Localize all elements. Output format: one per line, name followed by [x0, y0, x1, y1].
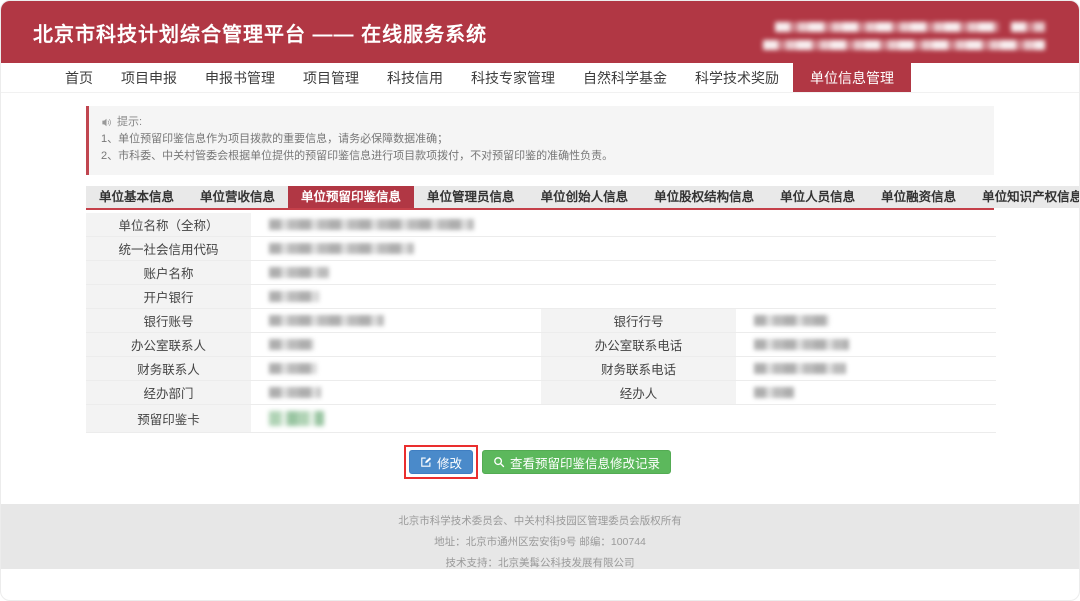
field-label-account-name: 账户名称: [86, 261, 251, 285]
field-value-handler: [736, 381, 996, 405]
tab-unit-financing-info[interactable]: 单位融资信息: [868, 186, 969, 208]
notice-box: 提示: 1、单位预留印鉴信息作为项目拨款的重要信息，请务必保障数据准确； 2、市…: [86, 106, 994, 175]
field-label-finance-phone: 财务联系电话: [541, 357, 736, 381]
field-value-bank-name: [251, 285, 996, 309]
content-area: 提示: 1、单位预留印鉴信息作为项目拨款的重要信息，请务必保障数据准确； 2、市…: [1, 93, 1079, 479]
app-header: 北京市科技计划综合管理平台 —— 在线服务系统: [1, 1, 1079, 63]
nav-item-award[interactable]: 科学技术奖励: [681, 63, 793, 92]
field-value-unit-name: [251, 213, 996, 237]
field-value-finance-contact: [251, 357, 541, 381]
user-info-redacted: [763, 22, 1045, 58]
form-actions: 修改 查看预留印鉴信息修改记录: [86, 445, 994, 479]
tab-unit-personnel-info[interactable]: 单位人员信息: [767, 186, 868, 208]
redacted-value: [269, 219, 474, 230]
unit-info-tabs: 单位基本信息 单位营收信息 单位预留印鉴信息 单位管理员信息 单位创始人信息 单…: [86, 186, 994, 210]
edit-icon: [420, 456, 432, 468]
redacted-value: [269, 267, 329, 278]
field-label-office-contact: 办公室联系人: [86, 333, 251, 357]
field-value-bank-account: [251, 309, 541, 333]
field-label-unit-name: 单位名称（全称）: [86, 213, 251, 237]
field-value-office-phone: [736, 333, 996, 357]
tab-reserved-seal-info[interactable]: 单位预留印鉴信息: [288, 186, 414, 208]
nav-item-unit-info[interactable]: 单位信息管理: [793, 63, 911, 92]
field-label-credit-code: 统一社会信用代码: [86, 237, 251, 261]
edit-button[interactable]: 修改: [409, 450, 473, 474]
redacted-value: [754, 363, 846, 374]
field-value-office-contact: [251, 333, 541, 357]
field-label-bank-account: 银行账号: [86, 309, 251, 333]
redacted-value: [269, 291, 319, 302]
seal-info-form: 单位名称（全称） 统一社会信用代码 账户名称 开户银行 银行账号 银行行号: [86, 213, 994, 433]
view-records-button-label: 查看预留印鉴信息修改记录: [510, 453, 660, 472]
field-value-credit-code: [251, 237, 996, 261]
redacted-value: [269, 387, 321, 398]
field-label-handler: 经办人: [541, 381, 736, 405]
search-icon: [493, 456, 505, 468]
tab-unit-basic-info[interactable]: 单位基本信息: [86, 186, 187, 208]
edit-button-label: 修改: [437, 453, 462, 472]
footer-address: 地址：北京市通州区宏安街9号 邮编：100744: [1, 534, 1079, 549]
main-nav: 首页 项目申报 申报书管理 项目管理 科技信用 科技专家管理 自然科学基金 科学…: [1, 63, 1079, 93]
seal-card-thumbnail-redacted[interactable]: [269, 411, 324, 426]
redacted-value: [269, 363, 317, 374]
redacted-value: [269, 339, 314, 350]
nav-item-project-mgmt[interactable]: 项目管理: [289, 63, 373, 92]
tab-unit-revenue-info[interactable]: 单位营收信息: [187, 186, 288, 208]
page-footer: 北京市科学技术委员会、中关村科技园区管理委员会版权所有 地址：北京市通州区宏安街…: [1, 504, 1079, 569]
tab-unit-ip-info[interactable]: 单位知识产权信息: [969, 186, 1080, 208]
field-value-bank-number: [736, 309, 996, 333]
nav-item-application-mgmt[interactable]: 申报书管理: [191, 63, 289, 92]
redacted-value: [269, 315, 384, 326]
field-label-office-phone: 办公室联系电话: [541, 333, 736, 357]
app-title: 北京市科技计划综合管理平台 —— 在线服务系统: [33, 18, 487, 47]
notice-line: 1、单位预留印鉴信息作为项目拨款的重要信息，请务必保障数据准确；: [101, 131, 982, 148]
field-value-account-name: [251, 261, 996, 285]
redacted-value: [754, 339, 849, 350]
field-label-seal-card: 预留印鉴卡: [86, 405, 251, 433]
notice-line: 2、市科委、中关村管委会根据单位提供的预留印鉴信息进行项目款项拨付，不对预留印鉴…: [101, 148, 982, 165]
redacted-value: [754, 315, 829, 326]
field-label-handling-dept: 经办部门: [86, 381, 251, 405]
nav-item-project-apply[interactable]: 项目申报: [107, 63, 191, 92]
nav-item-credit[interactable]: 科技信用: [373, 63, 457, 92]
page: 北京市科技计划综合管理平台 —— 在线服务系统 首页 项目申报 申报书管理 项目…: [0, 0, 1080, 601]
footer-tech-support: 技术支持：北京美髯公科技发展有限公司: [1, 555, 1079, 570]
view-seal-change-records-button[interactable]: 查看预留印鉴信息修改记录: [482, 450, 671, 474]
field-label-finance-contact: 财务联系人: [86, 357, 251, 381]
redacted-value: [754, 387, 794, 398]
tab-unit-equity-info[interactable]: 单位股权结构信息: [641, 186, 767, 208]
speaker-icon: [101, 117, 112, 128]
redacted-user-text: [1011, 22, 1045, 32]
field-label-bank-name: 开户银行: [86, 285, 251, 309]
redacted-user-text: [775, 22, 999, 32]
nav-item-expert-mgmt[interactable]: 科技专家管理: [457, 63, 569, 92]
tab-unit-admin-info[interactable]: 单位管理员信息: [414, 186, 528, 208]
field-value-finance-phone: [736, 357, 996, 381]
redacted-value: [269, 243, 414, 254]
nav-item-science-fund[interactable]: 自然科学基金: [569, 63, 681, 92]
field-value-handling-dept: [251, 381, 541, 405]
footer-copyright: 北京市科学技术委员会、中关村科技园区管理委员会版权所有: [1, 513, 1079, 528]
annotation-highlight-box: 修改: [409, 450, 473, 474]
nav-item-home[interactable]: 首页: [51, 63, 107, 92]
notice-title: 提示:: [117, 114, 142, 131]
field-label-bank-number: 银行行号: [541, 309, 736, 333]
field-value-seal-card: [251, 405, 996, 433]
tab-unit-founder-info[interactable]: 单位创始人信息: [528, 186, 642, 208]
redacted-user-text: [763, 40, 1045, 50]
